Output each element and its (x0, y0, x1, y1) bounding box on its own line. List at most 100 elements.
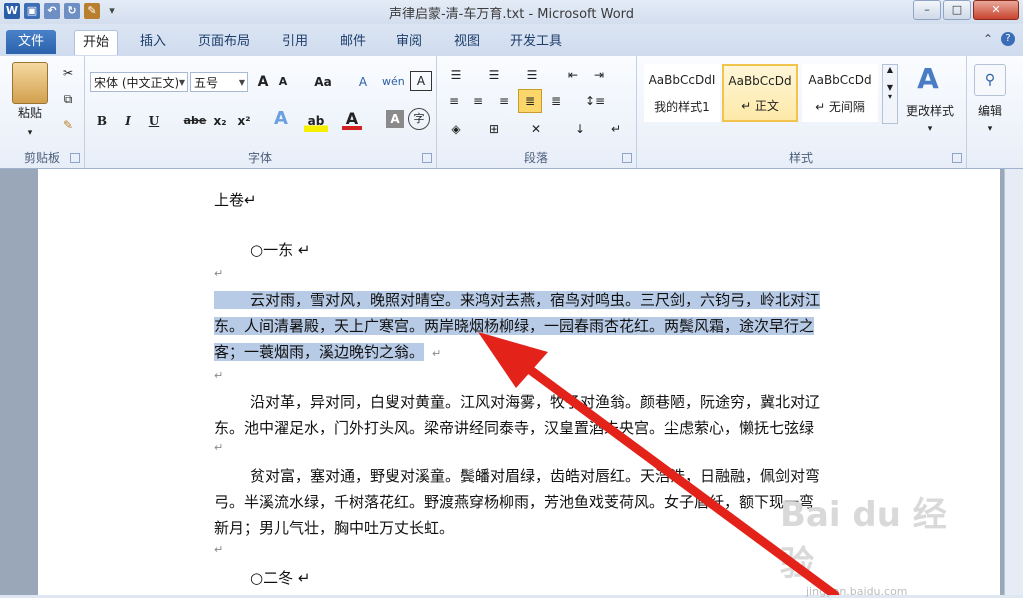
help-icon[interactable]: ? (1001, 32, 1015, 46)
chinese-layout-icon[interactable]: ✕ (524, 118, 548, 140)
font-size-value: 五号 (194, 76, 219, 90)
minimize-button[interactable]: – (913, 0, 941, 20)
tab-insert[interactable]: 插入 (132, 30, 174, 54)
paste-button[interactable]: 粘贴 (8, 102, 52, 124)
close-button[interactable]: ✕ (973, 0, 1019, 20)
paragraph-dialog-launcher-icon[interactable] (622, 153, 632, 163)
tab-file[interactable]: 文件 (6, 30, 56, 54)
clear-formatting-button[interactable]: A (352, 71, 374, 93)
ribbon-tabs: 文件 开始 插入 页面布局 引用 邮件 审阅 视图 开发工具 ⌃ ? (0, 24, 1023, 56)
enclose-characters-button[interactable]: 字 (408, 108, 430, 130)
character-border-button[interactable]: A (410, 71, 432, 91)
borders-icon[interactable]: ⊞ (482, 118, 506, 140)
increase-indent-icon[interactable]: ⇥ (588, 64, 610, 86)
doc-line-selected-3: 客；一蓑烟雨，溪边晚钓之翁。 ↵ (214, 341, 441, 362)
style-no-spacing[interactable]: AaBbCcDd ↵ 无间隔 (802, 64, 878, 122)
character-shading-button[interactable]: A (386, 110, 404, 128)
paragraph-group-label: 段落 (523, 151, 548, 165)
shrink-font-button[interactable]: A (274, 71, 292, 93)
numbering-icon[interactable]: ☰ (482, 64, 506, 86)
tab-page-layout[interactable]: 页面布局 (190, 30, 258, 54)
align-center-icon[interactable]: ≡ (468, 90, 488, 112)
sort-icon[interactable]: ↓ (570, 118, 590, 140)
baidu-url: jingyan.baidu.com (806, 585, 908, 598)
tab-home[interactable]: 开始 (74, 30, 119, 55)
style-normal[interactable]: AaBbCcDd ↵ 正文 (722, 64, 798, 122)
align-right-icon[interactable]: ≡ (494, 90, 514, 112)
cut-icon[interactable]: ✂ (58, 62, 78, 84)
highlight-button[interactable]: ab (304, 110, 328, 132)
chevron-down-icon: ▼ (178, 78, 185, 87)
bullets-icon[interactable]: ☰ (444, 64, 468, 86)
doc-line-section-1: ○一东 ↵ (250, 241, 311, 259)
right-ruler-bar[interactable] (1004, 169, 1023, 595)
editing-dropdown-icon[interactable]: ▾ (970, 118, 1010, 140)
style-sample: AaBbCcDd (728, 74, 792, 88)
style-sample: AaBbCcDd (808, 73, 872, 87)
style-name: 我的样式1 (654, 100, 710, 114)
style-my-style-1[interactable]: AaBbCcDdI 我的样式1 (644, 64, 720, 122)
grow-font-button[interactable]: A (254, 71, 272, 93)
paragraph-mark: ↵ (214, 543, 224, 556)
doc-line-selected-1: 云对雨，雪对风，晚照对晴空。来鸿对去燕，宿鸟对鸣虫。三尺剑，六钧弓，岭北对江 (214, 289, 821, 310)
clipboard-dialog-launcher-icon[interactable] (70, 153, 80, 163)
title-bar: W ▣ ↶ ↻ ✎ ▾ 声律启蒙-清-车万育.txt - Microsoft W… (0, 0, 1023, 24)
paste-dropdown-icon[interactable]: ▾ (8, 122, 52, 144)
maximize-button[interactable]: □ (943, 0, 971, 20)
doc-line-p3-2: 弓。半溪流水绿，千树落花红。野渡燕穿杨柳雨，芳池鱼戏芰荷风。女子眉纤，额下现一弯 (214, 493, 815, 511)
font-dialog-launcher-icon[interactable] (422, 153, 432, 163)
distributed-icon[interactable]: ≣ (546, 90, 566, 112)
strikethrough-button[interactable]: abe (182, 110, 208, 132)
font-name-value: 宋体 (中文正文) (94, 76, 178, 90)
minimize-ribbon-icon[interactable]: ⌃ (983, 32, 993, 46)
change-case-button[interactable]: Aa (310, 71, 336, 93)
styles-dialog-launcher-icon[interactable] (952, 153, 962, 163)
style-name: ↵ 正文 (741, 99, 779, 113)
selected-text: 客；一蓑烟雨，溪边晚钓之翁。 (214, 343, 425, 361)
copy-icon[interactable]: ⧉ (58, 88, 78, 110)
selected-text: 云对雨，雪对风，晚照对晴空。来鸿对去燕，宿鸟对鸣虫。三尺剑，六钧弓，岭北对江 (214, 291, 821, 309)
doc-line-selected-2: 东。人间清暑殿，天上广寒宫。两岸晓烟杨柳绿，一园春雨杏花红。两鬓风霜，途次早行之 (214, 315, 815, 336)
underline-button[interactable]: U (144, 110, 164, 132)
tab-developer[interactable]: 开发工具 (502, 30, 570, 54)
italic-button[interactable]: I (118, 110, 138, 132)
doc-line-p2-1: 沿对革，异对同，白叟对黄童。江风对海雾，牧子对渔翁。颜巷陋，阮途穷，冀北对辽 (250, 393, 821, 411)
superscript-button[interactable]: x² (234, 110, 254, 132)
justify-icon[interactable]: ≣ (518, 89, 542, 113)
font-color-button[interactable]: A (342, 108, 362, 130)
multilevel-list-icon[interactable]: ☰ (520, 64, 544, 86)
shading-icon[interactable]: ◈ (444, 118, 468, 140)
change-styles-dropdown-icon[interactable]: ▾ (900, 118, 960, 140)
tab-view[interactable]: 视图 (446, 30, 488, 54)
style-sample: AaBbCcDdI (648, 73, 716, 87)
chevron-down-icon: ▼ (238, 78, 245, 87)
font-size-combo[interactable]: 五号 ▼ (190, 72, 248, 92)
line-spacing-icon[interactable]: ↕≡ (582, 90, 608, 112)
phonetic-guide-icon[interactable]: wén (382, 71, 405, 93)
show-marks-icon[interactable]: ↵ (606, 118, 626, 140)
tab-references[interactable]: 引用 (274, 30, 316, 54)
bold-button[interactable]: B (92, 110, 112, 132)
paragraph-mark: ↵ (214, 267, 224, 280)
font-group-label: 字体 (247, 151, 272, 165)
paragraph-group: ☰ ☰ ☰ ⇤ ⇥ ≡ ≡ ≡ ≣ ≣ ↕≡ ◈ ⊞ ✕ ↓ ↵ 段落 (436, 56, 637, 168)
styles-group-label: 样式 (788, 151, 813, 165)
decrease-indent-icon[interactable]: ⇤ (562, 64, 584, 86)
change-styles-icon[interactable]: A (908, 62, 948, 95)
text-effects-icon[interactable]: A (270, 108, 292, 130)
format-painter-icon[interactable]: ✎ (58, 114, 78, 136)
font-name-combo[interactable]: 宋体 (中文正文) ▼ (90, 72, 188, 92)
subscript-button[interactable]: x₂ (210, 110, 230, 132)
tab-mailings[interactable]: 邮件 (332, 30, 374, 54)
ribbon: 粘贴 ▾ ✂ ⧉ ✎ 剪贴板 宋体 (中文正文) ▼ 五号 ▼ A A Aa A… (0, 56, 1023, 169)
find-binoculars-icon[interactable]: ⚲ (974, 64, 1006, 96)
align-left-icon[interactable]: ≡ (444, 90, 464, 112)
paragraph-mark: ↵ (214, 369, 224, 382)
window-title: 声律启蒙-清-车万育.txt - Microsoft Word (388, 7, 635, 22)
style-name: ↵ 无间隔 (815, 100, 865, 114)
editing-group: ⚲ 编辑 ▾ (966, 56, 1016, 168)
paste-icon[interactable] (12, 62, 48, 104)
styles-scroll[interactable]: ▲ ▼ ▾ (882, 64, 898, 124)
tab-review[interactable]: 审阅 (388, 30, 430, 54)
doc-line-p3-1: 贫对富，塞对通，野叟对溪童。鬓皤对眉绿，齿皓对唇红。天浩浩，日融融，佩剑对弯 (250, 467, 821, 485)
